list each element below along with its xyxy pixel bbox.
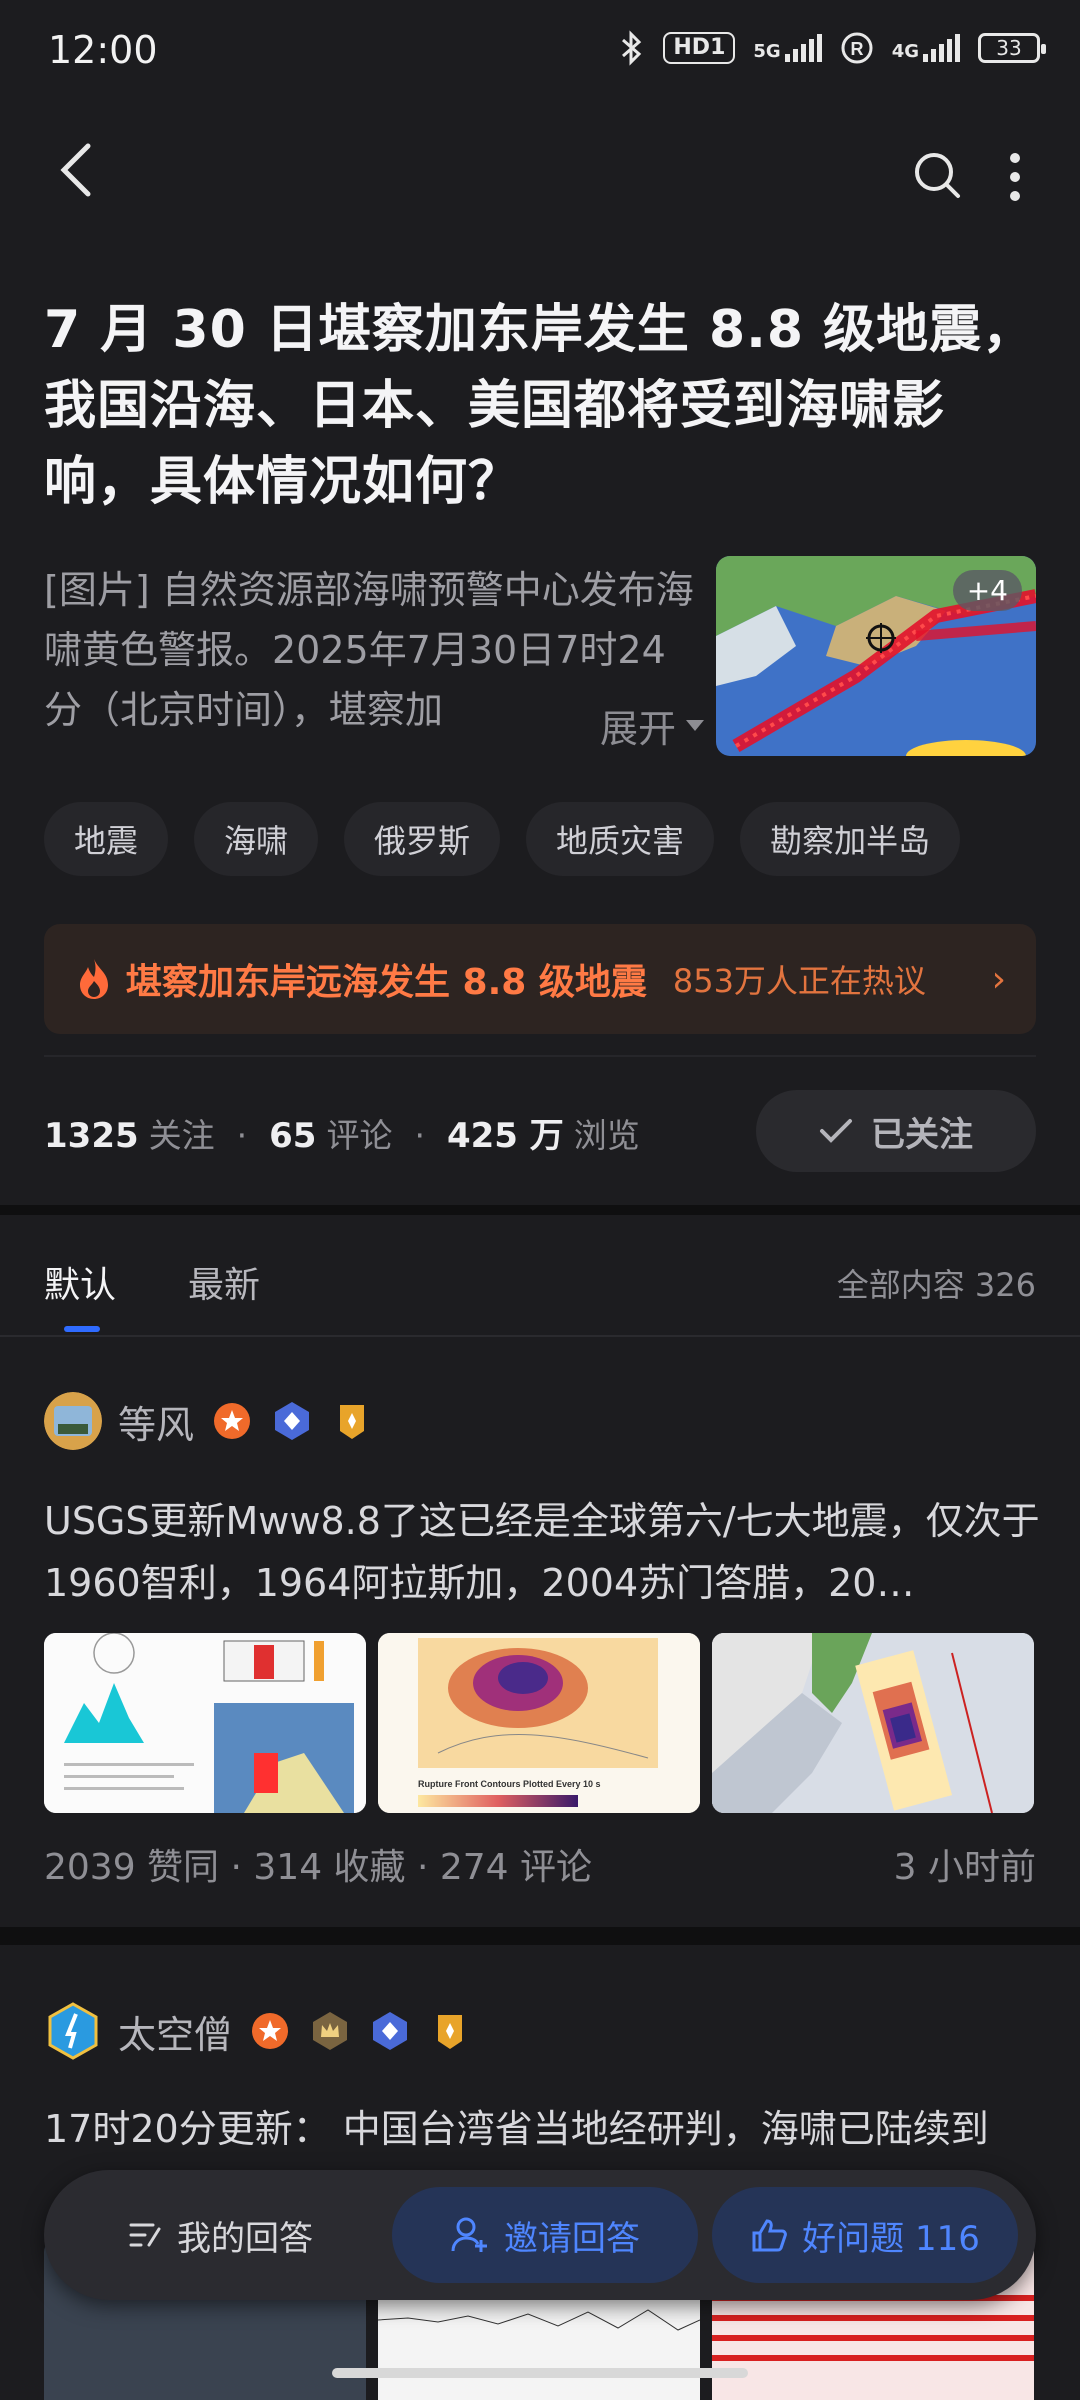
diamond-badge-icon [275,1402,310,1440]
bluetooth-icon [622,30,642,66]
expand-button[interactable]: 展开 [570,698,705,753]
signal-4g-icon: 4G [892,34,960,62]
back-icon[interactable] [48,140,108,200]
tab-latest[interactable]: 最新 [188,1256,260,1308]
comment-label[interactable]: 评论 [326,1109,392,1157]
home-indicator[interactable] [332,2368,748,2378]
search-icon[interactable] [910,148,964,202]
more-options-icon[interactable] [1000,150,1030,204]
answer-image[interactable] [712,1633,1034,1813]
tab-indicator [64,1326,100,1332]
tab-default[interactable]: 默认 [44,1256,116,1308]
status-icons: HD1 5G R 4G 33 [617,30,1046,66]
tag-tsunami[interactable]: 海啸 [194,802,319,876]
edit-list-icon [129,2223,161,2247]
view-label: 浏览 [573,1116,640,1155]
signal-5g-icon: 5G [753,34,822,62]
author-name[interactable]: 太空僧 [118,2004,232,2059]
hot-topic-banner[interactable]: 堪察加东岸远海发生 8.8 级地震 853万人正在热议 › [44,924,1036,1034]
question-stats: 1325 关注 · 65 评论 · 425 万浏览 [44,1108,640,1157]
author-name[interactable]: 等风 [118,1394,194,1449]
more-images-badge: +4 [952,570,1022,611]
medal-badge-icon [438,2015,463,2049]
diamond-badge-icon [373,2012,408,2050]
comment-count: 65 [269,1116,317,1156]
status-time: 12:00 [48,28,158,72]
flame-icon [80,959,108,999]
chevron-right-icon: › [991,958,1006,1000]
good-question-button[interactable]: 好问题 116 [711,2187,1019,2283]
avatar[interactable] [44,1392,102,1450]
answer-excerpt[interactable]: 17时20分更新： 中国台湾省当地经研判，海啸已陆续到 [44,2098,1044,2168]
tag-russia[interactable]: 俄罗斯 [344,802,501,876]
battery-icon: 33 [978,33,1046,63]
thumbs-up-icon [752,2219,788,2252]
answer-image[interactable]: Rupture Front Contours Plotted Every 10 … [378,1633,700,1813]
medal-badge-icon [340,1405,365,1439]
answer-image[interactable] [44,1633,366,1813]
avatar[interactable] [44,2002,102,2060]
answer-time: 3 小时前 [893,1847,1036,1888]
caret-down-icon [686,720,705,731]
answer-author-row: 等风 [44,1392,374,1450]
tag-earthquake[interactable]: 地震 [44,802,169,876]
registered-icon: R [841,32,873,64]
invite-answer-button[interactable]: 邀请回答 [391,2187,698,2283]
hd-badge: HD1 [663,32,736,64]
follow-label: 关注 [148,1116,215,1155]
tag-kamchatka[interactable]: 勘察加半岛 [740,802,961,876]
add-user-icon [451,2217,487,2252]
image-caption: Rupture Front Contours Plotted Every 10 … [418,1779,601,1789]
topic-tags: 地震 海啸 俄罗斯 地质灾害 勘察加半岛 [44,802,961,876]
hot-topic-title: 堪察加东岸远海发生 8.8 级地震 [126,962,647,1003]
check-icon [820,1119,852,1143]
follow-count: 1325 [44,1116,139,1156]
star-badge-icon [214,1403,251,1439]
question-title[interactable]: 7 月 30 日堪察加东岸发生 8.8 级地震，我国沿海、日本、美国都将受到海啸… [44,292,1044,520]
view-count: 425 万 [446,1116,564,1156]
tag-geological-disaster[interactable]: 地质灾害 [526,802,715,876]
all-content-count: 全部内容 326 [836,1266,1036,1304]
my-answer-button[interactable]: 我的回答 [62,2187,378,2283]
bottom-action-bar: 我的回答 邀请回答 好问题 116 [44,2170,1036,2300]
answer-stats: 2039 赞同 · 314 收藏 · 274 评论 [44,1847,593,1888]
svg-text:R: R [850,39,863,59]
answer-excerpt[interactable]: USGS更新Mww8.8了这已经是全球第六/七大地震，仅次于1960智利，196… [44,1490,1044,1614]
star-badge-icon [252,2013,289,2049]
question-image[interactable]: +4 [716,556,1036,756]
followed-button[interactable]: 已关注 [756,1090,1036,1172]
answer-images: Rupture Front Contours Plotted Every 10 … [44,1633,1034,1813]
hot-topic-count: 853万人正在热议 [672,962,926,1000]
crown-badge-icon [313,2012,348,2050]
divider [44,1055,1036,1057]
answer-author-row: 太空僧 [44,2002,472,2060]
